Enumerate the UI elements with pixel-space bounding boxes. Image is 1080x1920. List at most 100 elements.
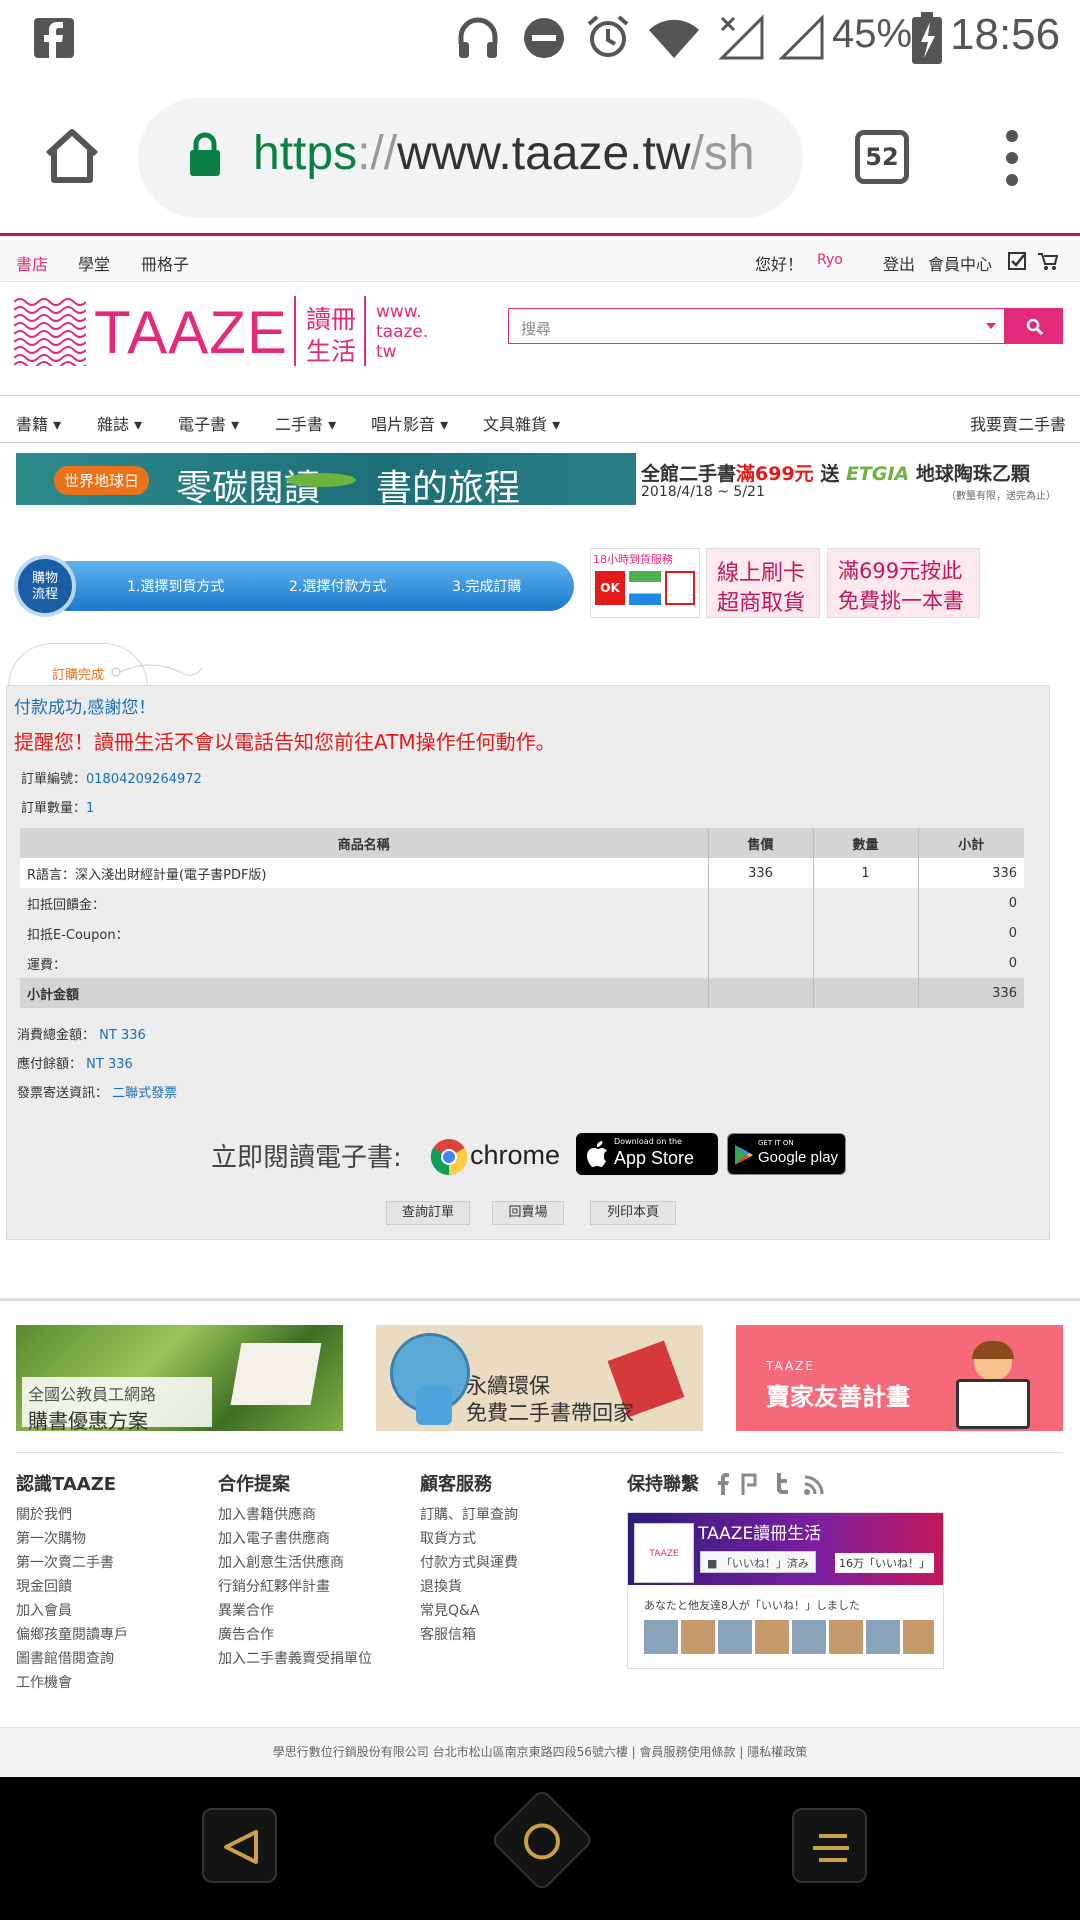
facebook-page-widget[interactable]: TAAZE TAAZE讀冊生活 ■ 「いいね！」済み 16万「いいね！」 あなた… xyxy=(627,1512,944,1669)
col-subtotal: 小計 xyxy=(918,828,1024,858)
app-store-badge[interactable]: Download on the App Store xyxy=(576,1133,718,1175)
footer-link[interactable]: 異業合作 xyxy=(218,1604,372,1619)
query-order-button[interactable]: 查詢訂單 xyxy=(386,1201,470,1225)
top-link-academy[interactable]: 學堂 xyxy=(78,251,110,275)
footer-link[interactable]: 行銷分紅夥伴計畫 xyxy=(218,1580,372,1595)
logout-link[interactable]: 登出 xyxy=(883,251,915,275)
seller-program-ad[interactable]: TAAZE 賣家友善計畫 xyxy=(736,1325,1063,1431)
footer-link[interactable]: 加入二手書義賣受捐單位 xyxy=(218,1652,372,1667)
table-row: R語言：深入淺出財經計量(電子書PDF版) 336 1 336 xyxy=(20,858,1024,888)
twitter-icon[interactable] xyxy=(772,1473,790,1495)
product-name: R語言：深入淺出財經計量(電子書PDF版) xyxy=(20,858,709,888)
checkout-steps: 購物 流程 1.選擇到貨方式 2.選擇付款方式 3.完成訂購 xyxy=(14,555,576,617)
facebook-icon[interactable] xyxy=(716,1473,730,1495)
nav-used-books[interactable]: 二手書 ▾ xyxy=(275,411,336,435)
url-text: https://www.taaze.tw/sh xyxy=(253,127,755,180)
username-link[interactable]: Ryo xyxy=(817,252,843,268)
top-link-bookstore[interactable]: 書店 xyxy=(16,251,48,275)
total-value: 336 xyxy=(918,978,1024,1008)
footer-link[interactable]: 加入書籍供應商 xyxy=(218,1508,372,1523)
nav-music-video[interactable]: 唱片影音 ▾ xyxy=(371,411,448,435)
logo-wave-mark xyxy=(14,298,86,366)
home-button[interactable] xyxy=(489,1787,595,1893)
delivery-service-promo[interactable]: 18小時到貨服務 OK xyxy=(590,548,700,618)
address-bar[interactable]: https://www.taaze.tw/sh xyxy=(138,98,803,218)
civil-servant-ad[interactable]: 全國公教員工網路 購書優惠方案 xyxy=(16,1325,343,1433)
order-quantity-row: 訂單數量：1 xyxy=(21,801,95,816)
grand-total-row: 消費總金額： NT 336 xyxy=(17,1028,146,1043)
sell-used-books-link[interactable]: 我要賣二手書 xyxy=(970,411,1066,435)
footer-link[interactable]: 加入電子書供應商 xyxy=(218,1532,372,1547)
footer-link[interactable]: 現金回饋 xyxy=(16,1580,128,1595)
cart-icon[interactable] xyxy=(1038,252,1058,270)
free-book-line-1: 滿699元按此 xyxy=(838,559,963,583)
free-book-promo[interactable]: 滿699元按此 免費挑一本書 xyxy=(827,548,980,618)
nav-stationery[interactable]: 文具雜貨 ▾ xyxy=(483,411,560,435)
footer-link[interactable]: 廣告合作 xyxy=(218,1628,372,1643)
print-page-button[interactable]: 列印本頁 xyxy=(590,1201,676,1225)
footer-link[interactable]: 第一次賣二手書 xyxy=(16,1556,128,1571)
google-play-small: GET IT ON xyxy=(758,1139,794,1147)
footer-link[interactable]: 加入會員 xyxy=(16,1604,128,1619)
taaze-logo[interactable]: TAAZE 讀冊 生活 www. taaze. tw xyxy=(14,296,434,368)
lock-icon xyxy=(190,132,220,176)
site-top-bar: 書店 學堂 冊格子 您好！ Ryo 登出 會員中心 xyxy=(0,240,1080,282)
card-pickup-promo[interactable]: 線上刷卡 超商取貨 xyxy=(706,548,820,618)
card-line-2: 超商取貨 xyxy=(717,591,806,616)
greeting-text: 您好！ xyxy=(755,255,804,274)
footer-link[interactable]: 退換貨 xyxy=(420,1580,518,1595)
back-to-store-button[interactable]: 回賣場 xyxy=(492,1201,564,1225)
read-in-chrome-link[interactable]: chrome xyxy=(424,1135,564,1175)
fb-page-name: TAAZE讀冊生活 xyxy=(698,1524,822,1544)
footer-link[interactable]: 常見Q&A xyxy=(420,1604,518,1619)
footer-link[interactable]: 付款方式與運費 xyxy=(420,1556,518,1571)
footer-about-title: 認識TAAZE xyxy=(16,1474,117,1495)
alarm-icon xyxy=(587,15,629,57)
footer-link[interactable]: 客服信箱 xyxy=(420,1628,518,1643)
search-button[interactable] xyxy=(1005,308,1063,344)
recents-button[interactable] xyxy=(792,1808,867,1883)
more-options-icon[interactable] xyxy=(1000,128,1024,188)
fb-like-button[interactable]: ■ 「いいね！」済み xyxy=(700,1551,816,1573)
app-store-small: Download on the xyxy=(614,1137,682,1146)
footer-link[interactable]: 訂購、訂單查詢 xyxy=(420,1508,518,1523)
earth-day-banner[interactable]: 世界地球日 零碳閱讀 書的旅程 全館二手書滿699元 送 ETGIA 地球陶珠乙… xyxy=(16,453,1063,509)
logo-web-2: taaze. xyxy=(376,322,429,342)
row-value: 0 xyxy=(918,888,1024,918)
table-row: 扣抵E-Coupon： 0 xyxy=(20,918,1024,948)
footer-link[interactable]: 取貨方式 xyxy=(420,1532,518,1547)
home-icon[interactable] xyxy=(42,126,102,186)
plurk-icon[interactable] xyxy=(740,1473,760,1495)
grand-total: NT 336 xyxy=(99,1028,146,1043)
product-subtotal: 336 xyxy=(918,858,1024,888)
app-store-label: App Store xyxy=(614,1148,695,1168)
search-input[interactable]: 搜尋 xyxy=(508,308,1005,344)
search-scope-dropdown-icon[interactable] xyxy=(986,323,996,329)
invoice-type-link[interactable]: 二聯式發票 xyxy=(112,1086,177,1101)
order-table: 商品名稱 售價 數量 小計 R語言：深入淺出財經計量(電子書PDF版) 336 … xyxy=(20,828,1024,1008)
nav-ebooks[interactable]: 電子書 ▾ xyxy=(178,411,239,435)
footer-divider xyxy=(16,1452,1063,1453)
order-quantity: 1 xyxy=(86,801,95,816)
checklist-icon[interactable] xyxy=(1008,252,1026,270)
footer-link[interactable]: 圖書館借閱查詢 xyxy=(16,1652,128,1667)
google-play-label: Google play xyxy=(758,1149,839,1166)
top-link-booklattice[interactable]: 冊格子 xyxy=(141,251,189,275)
footer-link[interactable]: 第一次購物 xyxy=(16,1532,128,1547)
footer-service-title: 顧客服務 xyxy=(420,1474,492,1495)
footer-link[interactable]: 偏鄉孩童閱讀專戶 xyxy=(16,1628,128,1643)
rss-icon[interactable] xyxy=(803,1474,825,1496)
footer-link[interactable]: 關於我們 xyxy=(16,1508,128,1523)
headphones-icon xyxy=(458,17,498,58)
ad1-text-box: 全國公教員工網路 購書優惠方案 xyxy=(22,1377,212,1433)
footer-link[interactable]: 加入創意生活供應商 xyxy=(218,1556,372,1571)
member-center-link[interactable]: 會員中心 xyxy=(928,251,992,275)
google-play-badge[interactable]: GET IT ON Google play xyxy=(727,1133,846,1175)
back-button[interactable] xyxy=(202,1808,277,1883)
footer-link[interactable]: 工作機會 xyxy=(16,1676,128,1691)
tab-switcher-button[interactable]: 52 xyxy=(855,130,909,184)
nav-magazines[interactable]: 雜誌 ▾ xyxy=(97,411,142,435)
nav-books[interactable]: 書籍 ▾ xyxy=(16,411,61,435)
invoice-row: 發票寄送資訊： 二聯式發票 xyxy=(17,1086,178,1101)
eco-used-book-ad[interactable]: 永續環保 免費二手書帶回家 xyxy=(376,1325,703,1431)
